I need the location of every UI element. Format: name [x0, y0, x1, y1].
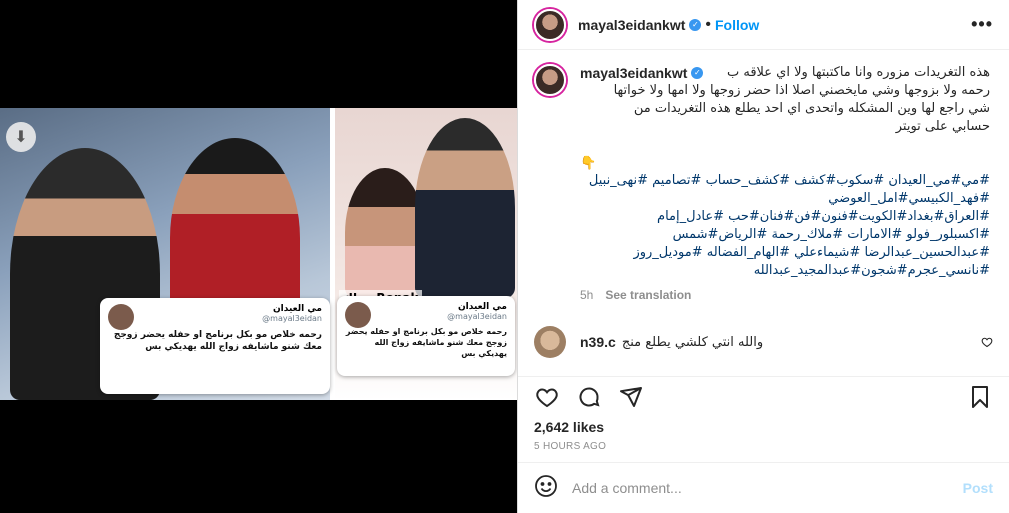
user-avatar[interactable]	[534, 8, 566, 41]
instagram-post-view: ⬇ مي العيدان @mayal3eidan رحمه خلاص مو ب…	[0, 0, 1009, 513]
tweet-name: مي العيدان	[273, 304, 322, 314]
hashtag-line[interactable]: #اكسبلور_فولو #الامارات #ملاك_رحمة #الري…	[580, 226, 990, 244]
commenter-avatar[interactable]	[534, 326, 566, 358]
comment-text: والله انتي كلشي يطلع منج	[621, 334, 764, 350]
add-comment-bar: Post	[518, 462, 1009, 513]
verified-badge-icon: ✓	[691, 67, 704, 79]
comment-item: n39.c والله انتي كلشي يطلع منج	[534, 326, 993, 358]
tweet-text: رحمه خلاص مو بكل برنامج او حفله يحضر زوج…	[345, 327, 507, 358]
post-username[interactable]: mayal3eidankwt	[578, 17, 685, 33]
comment-like-heart-icon[interactable]	[981, 336, 993, 351]
likes-count[interactable]: 2,642 likes	[518, 416, 1009, 438]
post-time[interactable]: 5h	[580, 286, 593, 304]
comment-bubble-icon[interactable]	[576, 384, 602, 410]
post-media[interactable]: ⬇ مي العيدان @mayal3eidan رحمه خلاص مو ب…	[0, 0, 517, 513]
hashtag-line[interactable]: #عبدالحسين_عبدالرضا #شيماءعلي #الهام_الف…	[580, 244, 990, 262]
save-bookmark-icon[interactable]	[967, 384, 993, 410]
woman-figure-right	[345, 168, 425, 298]
hashtag-line[interactable]: #نانسي_عجرم#شجون#عبدالمجيد_عبدالله	[580, 262, 990, 280]
post-timestamp: 5 HOURS AGO	[534, 441, 607, 452]
more-options-icon[interactable]: •••	[971, 14, 993, 35]
tweet-avatar	[345, 302, 371, 328]
tweet-handle: @mayal3eidan	[262, 314, 322, 323]
caption-line: رحمه ولا بزوجها وشي مايخصني اصلا اذا حضر…	[613, 83, 990, 98]
caption-line: حسابي على تويتر	[895, 119, 990, 134]
verified-badge-icon: ✓	[689, 18, 702, 31]
post-image: ⬇ مي العيدان @mayal3eidan رحمه خلاص مو ب…	[0, 108, 517, 400]
post-comments-area[interactable]: mayal3eidankwt ✓ هذه التغريدات مزوره وان…	[518, 50, 1009, 376]
man-figure-right	[415, 118, 515, 298]
caption-content: mayal3eidankwt ✓ هذه التغريدات مزوره وان…	[580, 64, 990, 304]
post-comment-button[interactable]: Post	[963, 480, 993, 496]
download-icon[interactable]: ⬇	[6, 122, 36, 152]
commenter-username[interactable]: n39.c	[580, 334, 616, 350]
caption-avatar[interactable]	[534, 64, 566, 96]
caption-line: هذه التغريدات مزوره وانا ماكتبتها ولا اي…	[726, 65, 990, 80]
pointing-down-emoji: 👇	[580, 155, 597, 170]
caption: mayal3eidankwt ✓ هذه التغريدات مزوره وان…	[534, 64, 993, 304]
separator-dot: •	[705, 15, 711, 33]
hashtag-line[interactable]: #مي#مي_العيدان #سكوب#كشف #كشف_حساب #تصام…	[580, 172, 990, 190]
tweet-text: رحمه خلاص مو بكل برنامج او حفله يحضر زوج…	[113, 330, 322, 353]
hashtag-line[interactable]: #العراق#بغداد#الكويت#فنون#فن#فنان#حب #عا…	[580, 208, 990, 226]
add-comment-input[interactable]	[572, 480, 963, 496]
tweet-card-left: مي العيدان @mayal3eidan رحمه خلاص مو بكل…	[100, 298, 330, 394]
follow-button[interactable]: Follow	[715, 17, 759, 33]
post-side-panel: mayal3eidankwt ✓ • Follow ••• mayal3eida…	[517, 0, 1009, 513]
action-bar	[518, 376, 1009, 416]
tweet-avatar	[108, 304, 134, 330]
emoji-smiley-icon[interactable]	[534, 474, 558, 503]
caption-username[interactable]: mayal3eidankwt	[580, 64, 687, 82]
like-heart-icon[interactable]	[534, 384, 560, 410]
see-translation-button[interactable]: See translation	[605, 286, 691, 304]
tweet-card-right: مي العيدان @mayal3eidan رحمه خلاص مو بكل…	[337, 296, 515, 376]
post-header: mayal3eidankwt ✓ • Follow •••	[518, 0, 1009, 50]
hashtag-line[interactable]: #فهد_الكبيسي#امل_العوضي	[580, 190, 990, 208]
share-send-icon[interactable]	[618, 384, 644, 410]
caption-line: شي راجع لها وين المشكله واتحدى اي احد يط…	[633, 101, 990, 116]
caption-meta: 5h See translation	[580, 286, 990, 304]
